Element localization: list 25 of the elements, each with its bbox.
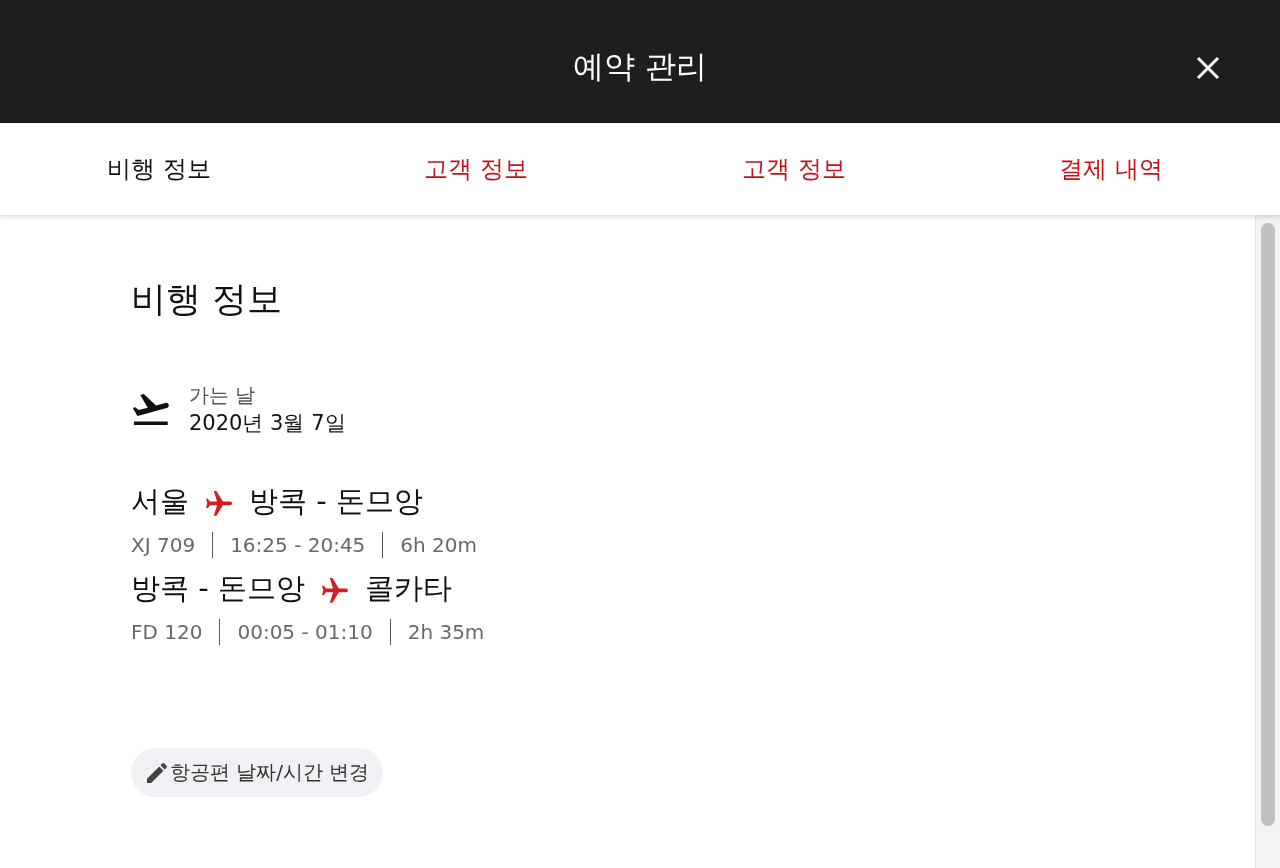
tab[interactable]: 고객 정보 — [424, 145, 529, 193]
close-icon — [1196, 56, 1220, 80]
origin-city: 서울 — [131, 483, 189, 520]
destination-city: 방콕 - 돈므앙 — [249, 483, 423, 520]
scrollbar-thumb[interactable] — [1261, 223, 1275, 826]
flight-number: FD 120 — [131, 618, 204, 645]
departure-label: 가는 날 — [189, 382, 257, 409]
airplane-takeoff-icon — [133, 393, 169, 425]
pencil-icon — [147, 762, 167, 783]
airplane-icon — [206, 491, 232, 517]
flight-time: 16:25 - 20:45 — [212, 531, 383, 558]
flight-time: 00:05 - 01:10 — [219, 618, 390, 645]
tab[interactable]: 고객 정보 — [741, 145, 846, 193]
origin-city: 방콕 - 돈므앙 — [131, 570, 305, 607]
section-title: 비행 정보 — [131, 278, 283, 321]
flight-duration: 6h 20m — [382, 531, 495, 558]
flight-duration: 2h 35m — [389, 618, 502, 645]
tab[interactable]: 결제 내역 — [1059, 145, 1164, 193]
tab[interactable]: 비행 정보 — [106, 145, 211, 193]
flight-number: XJ 709 — [131, 531, 197, 558]
departure-date: 2020년 3월 7일 — [189, 410, 346, 437]
change-flight-button[interactable]: 항공편 날짜/시간 변경 — [131, 748, 384, 797]
window-title: 예약 관리 — [573, 47, 707, 86]
destination-city: 콜카타 — [364, 570, 452, 607]
airplane-icon — [321, 578, 348, 604]
